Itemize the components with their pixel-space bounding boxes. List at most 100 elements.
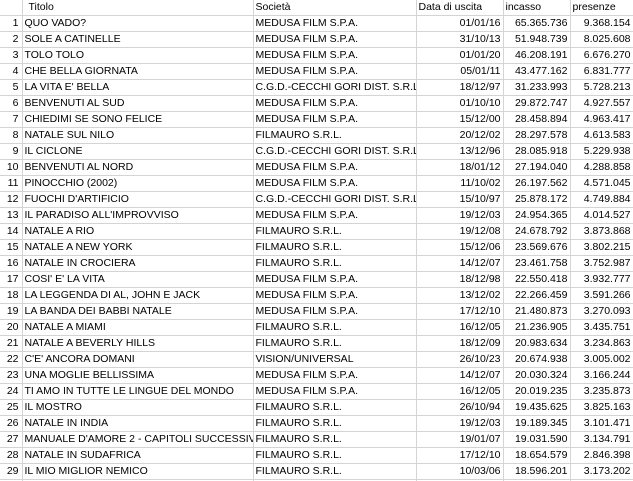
gross-cell[interactable]: 27.194.040 <box>503 159 571 176</box>
row-number-cell[interactable]: 3 <box>0 47 23 64</box>
row-number-cell[interactable]: 24 <box>0 383 23 400</box>
company-cell[interactable]: MEDUSA FILM S.P.A. <box>253 383 417 400</box>
release-date-cell[interactable]: 31/10/13 <box>416 31 504 48</box>
title-cell[interactable]: TI AMO IN TUTTE LE LINGUE DEL MONDO <box>22 383 254 400</box>
row-number-cell[interactable]: 22 <box>0 351 23 368</box>
attendance-cell[interactable]: 6.676.270 <box>570 47 633 64</box>
attendance-cell[interactable]: 3.270.093 <box>570 303 633 320</box>
gross-cell[interactable]: 20.674.938 <box>503 351 571 368</box>
row-number-cell[interactable]: 16 <box>0 255 23 272</box>
title-cell[interactable]: NATALE SUL NILO <box>22 127 254 144</box>
release-date-cell[interactable]: 14/12/07 <box>416 255 504 272</box>
release-date-cell[interactable]: 01/01/16 <box>416 15 504 32</box>
company-cell[interactable]: MEDUSA FILM S.P.A. <box>253 111 417 128</box>
company-cell[interactable]: MEDUSA FILM S.P.A. <box>253 95 417 112</box>
company-cell[interactable]: FILMAURO S.R.L. <box>253 447 417 464</box>
release-date-cell[interactable]: 17/12/10 <box>416 303 504 320</box>
attendance-cell[interactable]: 3.134.791 <box>570 431 633 448</box>
gross-cell[interactable]: 21.480.873 <box>503 303 571 320</box>
gross-cell[interactable]: 21.236.905 <box>503 319 571 336</box>
attendance-cell[interactable]: 6.831.777 <box>570 63 633 80</box>
row-number-cell[interactable]: 2 <box>0 31 23 48</box>
release-date-cell[interactable]: 01/01/20 <box>416 47 504 64</box>
row-number-cell[interactable]: 9 <box>0 143 23 160</box>
title-cell[interactable]: C'E' ANCORA DOMANI <box>22 351 254 368</box>
release-date-cell[interactable]: 15/12/06 <box>416 239 504 256</box>
company-cell[interactable]: FILMAURO S.R.L. <box>253 239 417 256</box>
attendance-cell[interactable]: 3.825.163 <box>570 399 633 416</box>
release-date-cell[interactable]: 19/12/03 <box>416 415 504 432</box>
company-cell[interactable]: MEDUSA FILM S.P.A. <box>253 303 417 320</box>
row-number-cell[interactable]: 17 <box>0 271 23 288</box>
title-cell[interactable]: NATALE IN INDIA <box>22 415 254 432</box>
company-cell[interactable]: FILMAURO S.R.L. <box>253 319 417 336</box>
gross-cell[interactable]: 18.596.201 <box>503 463 571 480</box>
company-cell[interactable]: C.G.D.-CECCHI GORI DIST. S.R.L <box>253 79 417 96</box>
title-cell[interactable]: SOLE A CATINELLE <box>22 31 254 48</box>
company-cell[interactable]: MEDUSA FILM S.P.A. <box>253 207 417 224</box>
gross-cell[interactable]: 24.678.792 <box>503 223 571 240</box>
company-cell[interactable]: MEDUSA FILM S.P.A. <box>253 15 417 32</box>
gross-cell[interactable]: 20.019.235 <box>503 383 571 400</box>
gross-cell[interactable]: 29.872.747 <box>503 95 571 112</box>
company-cell[interactable]: VISION/UNIVERSAL <box>253 351 417 368</box>
attendance-cell[interactable]: 3.435.751 <box>570 319 633 336</box>
title-cell[interactable]: BENVENUTI AL SUD <box>22 95 254 112</box>
release-date-cell[interactable]: 15/10/97 <box>416 191 504 208</box>
release-date-cell[interactable]: 15/12/00 <box>416 111 504 128</box>
gross-cell[interactable]: 23.461.758 <box>503 255 571 272</box>
release-date-cell[interactable]: 13/12/96 <box>416 143 504 160</box>
attendance-cell[interactable]: 4.288.858 <box>570 159 633 176</box>
row-number-cell[interactable]: 12 <box>0 191 23 208</box>
title-cell[interactable]: NATALE A MIAMI <box>22 319 254 336</box>
row-number-cell[interactable]: 21 <box>0 335 23 352</box>
title-cell[interactable]: IL MOSTRO <box>22 399 254 416</box>
title-cell[interactable]: LA LEGGENDA DI AL, JOHN E JACK <box>22 287 254 304</box>
attendance-cell[interactable]: 4.749.884 <box>570 191 633 208</box>
company-cell[interactable]: MEDUSA FILM S.P.A. <box>253 287 417 304</box>
attendance-cell[interactable]: 3.932.777 <box>570 271 633 288</box>
header-company-cell[interactable]: Società <box>253 0 417 16</box>
gross-cell[interactable]: 22.266.459 <box>503 287 571 304</box>
gross-cell[interactable]: 43.477.162 <box>503 63 571 80</box>
attendance-cell[interactable]: 4.613.583 <box>570 127 633 144</box>
release-date-cell[interactable]: 17/12/10 <box>416 447 504 464</box>
company-cell[interactable]: MEDUSA FILM S.P.A. <box>253 47 417 64</box>
release-date-cell[interactable]: 20/12/02 <box>416 127 504 144</box>
row-number-cell[interactable]: 8 <box>0 127 23 144</box>
gross-cell[interactable]: 18.654.579 <box>503 447 571 464</box>
attendance-cell[interactable]: 4.014.527 <box>570 207 633 224</box>
company-cell[interactable]: MEDUSA FILM S.P.A. <box>253 175 417 192</box>
title-cell[interactable]: UNA MOGLIE BELLISSIMA <box>22 367 254 384</box>
header-attendance-cell[interactable]: presenze <box>570 0 633 16</box>
row-number-cell[interactable]: 15 <box>0 239 23 256</box>
release-date-cell[interactable]: 13/12/02 <box>416 287 504 304</box>
title-cell[interactable]: PINOCCHIO (2002) <box>22 175 254 192</box>
gross-cell[interactable]: 51.948.739 <box>503 31 571 48</box>
row-number-cell[interactable]: 18 <box>0 287 23 304</box>
title-cell[interactable]: NATALE A RIO <box>22 223 254 240</box>
title-cell[interactable]: IL PARADISO ALL'IMPROVVISO <box>22 207 254 224</box>
attendance-cell[interactable]: 5.229.938 <box>570 143 633 160</box>
row-number-cell[interactable]: 1 <box>0 15 23 32</box>
attendance-cell[interactable]: 3.166.244 <box>570 367 633 384</box>
release-date-cell[interactable]: 19/12/08 <box>416 223 504 240</box>
title-cell[interactable]: BENVENUTI AL NORD <box>22 159 254 176</box>
attendance-cell[interactable]: 5.728.213 <box>570 79 633 96</box>
release-date-cell[interactable]: 26/10/23 <box>416 351 504 368</box>
attendance-cell[interactable]: 3.005.002 <box>570 351 633 368</box>
release-date-cell[interactable]: 11/10/02 <box>416 175 504 192</box>
company-cell[interactable]: FILMAURO S.R.L. <box>253 463 417 480</box>
attendance-cell[interactable]: 8.025.608 <box>570 31 633 48</box>
attendance-cell[interactable]: 3.101.471 <box>570 415 633 432</box>
company-cell[interactable]: FILMAURO S.R.L. <box>253 223 417 240</box>
title-cell[interactable]: NATALE A NEW YORK <box>22 239 254 256</box>
gross-cell[interactable]: 20.983.634 <box>503 335 571 352</box>
title-cell[interactable]: NATALE IN CROCIERA <box>22 255 254 272</box>
title-cell[interactable]: IL MIO MIGLIOR NEMICO <box>22 463 254 480</box>
header-rownum-cell[interactable] <box>0 0 23 16</box>
company-cell[interactable]: FILMAURO S.R.L. <box>253 255 417 272</box>
row-number-cell[interactable]: 28 <box>0 447 23 464</box>
title-cell[interactable]: QUO VADO? <box>22 15 254 32</box>
gross-cell[interactable]: 28.085.918 <box>503 143 571 160</box>
